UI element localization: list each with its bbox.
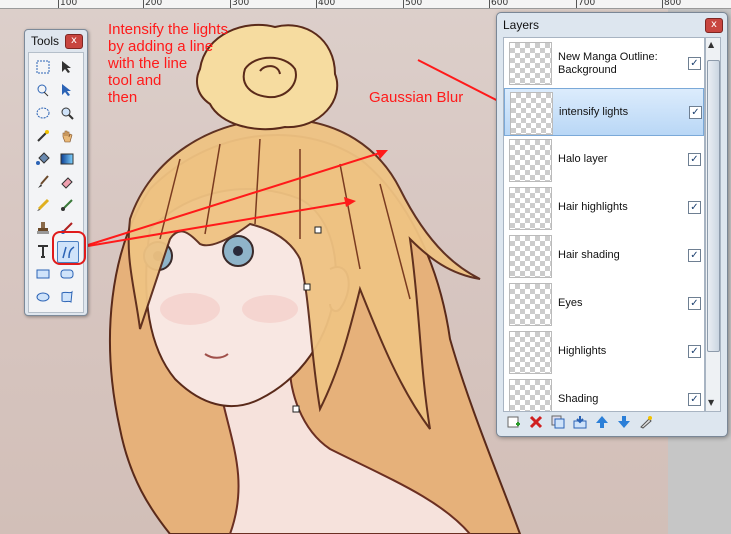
tools-window-title: Tools — [31, 34, 60, 48]
scrollbar-thumb[interactable] — [707, 60, 720, 352]
add-layer-icon[interactable] — [505, 413, 523, 431]
ruler-label: 800 — [664, 0, 682, 8]
ruler-label: 500 — [405, 0, 423, 8]
layers-close-button[interactable]: x — [705, 18, 723, 33]
color-picker-icon[interactable] — [57, 195, 77, 215]
magic-wand-icon[interactable] — [33, 126, 53, 146]
ruler-tick — [662, 0, 663, 8]
layer-visibility-checkbox[interactable]: ✓ — [688, 345, 701, 358]
move-layer-down-icon[interactable] — [615, 413, 633, 431]
tools-close-button[interactable]: x — [65, 34, 83, 49]
layer-visibility-checkbox[interactable]: ✓ — [688, 249, 701, 262]
layer-thumbnail — [510, 92, 553, 135]
layer-name: New Manga Outline: Background — [558, 51, 658, 76]
ruler-tick — [489, 0, 490, 8]
merge-layer-down-icon[interactable] — [571, 413, 589, 431]
paintbrush-icon[interactable] — [33, 172, 53, 192]
tools-palette — [28, 52, 84, 313]
layer-visibility-checkbox[interactable]: ✓ — [688, 393, 701, 406]
gaussian-blur-annotation: Gaussian Blur — [369, 89, 464, 106]
layer-item[interactable]: New Manga Outline: Background ✓ — [504, 39, 704, 87]
clone-stamp-icon[interactable] — [33, 218, 53, 238]
freeform-shape-icon[interactable] — [57, 287, 77, 307]
layer-item-selected[interactable]: intensify lights ✓ — [504, 88, 704, 136]
layer-visibility-checkbox[interactable]: ✓ — [688, 201, 701, 214]
layer-name: Hair highlights — [558, 201, 628, 213]
layer-name: Highlights — [558, 345, 607, 357]
ruler-label: 100 — [60, 0, 78, 8]
layer-thumbnail — [509, 187, 552, 230]
delete-layer-icon[interactable] — [527, 413, 545, 431]
layers-window: Layers x New Manga Outline: Background ✓… — [496, 12, 728, 437]
ruler-label: 700 — [578, 0, 596, 8]
paint-bucket-icon[interactable] — [33, 149, 53, 169]
ruler-tick — [316, 0, 317, 8]
line-tool-highlight — [52, 231, 86, 265]
layer-name: intensify lights — [559, 106, 629, 118]
ruler-tick — [403, 0, 404, 8]
layer-thumbnail — [509, 139, 552, 182]
gradient-icon[interactable] — [57, 149, 77, 169]
ruler-label: 200 — [145, 0, 163, 8]
horizontal-ruler: 100 200 300 400 500 600 700 800 — [0, 0, 731, 9]
ellipse-select-icon[interactable] — [33, 103, 53, 123]
tools-window: Tools x — [24, 29, 88, 316]
rectangle-select-icon[interactable] — [33, 57, 53, 77]
layer-name: Shading — [558, 393, 599, 405]
ruler-tick — [143, 0, 144, 8]
scroll-up-icon[interactable]: ▲ — [708, 40, 714, 49]
layer-visibility-checkbox[interactable]: ✓ — [689, 106, 702, 119]
zoom-icon[interactable] — [57, 103, 77, 123]
layer-properties-icon[interactable] — [637, 413, 655, 431]
ellipse-shape-icon[interactable] — [33, 287, 53, 307]
ruler-label: 600 — [491, 0, 509, 8]
pan-hand-icon[interactable] — [57, 126, 77, 146]
rectangle-shape-icon[interactable] — [33, 264, 53, 284]
scroll-down-icon[interactable]: ▼ — [708, 398, 714, 407]
layers-window-title: Layers — [503, 18, 540, 32]
layer-thumbnail — [509, 379, 552, 411]
ruler-tick — [230, 0, 231, 8]
layer-visibility-checkbox[interactable]: ✓ — [688, 153, 701, 166]
layer-thumbnail — [509, 283, 552, 326]
text-tool-icon[interactable] — [33, 241, 53, 261]
layers-scrollbar[interactable]: ▲ ▼ — [705, 37, 721, 412]
line-tool-annotation: Intensify the lights by adding a line wi… — [108, 21, 229, 106]
layer-item[interactable]: Hair shading ✓ — [504, 232, 704, 280]
layer-item[interactable]: Hair highlights ✓ — [504, 184, 704, 232]
layer-name: Halo layer — [558, 153, 608, 165]
layer-name: Eyes — [558, 297, 583, 309]
layer-item[interactable]: Shading ✓ — [504, 376, 704, 411]
layer-name: Hair shading — [558, 249, 620, 261]
ruler-tick — [58, 0, 59, 8]
duplicate-layer-icon[interactable] — [549, 413, 567, 431]
ruler-tick — [576, 0, 577, 8]
move-layer-up-icon[interactable] — [593, 413, 611, 431]
layer-thumbnail — [509, 42, 552, 85]
ruler-label: 400 — [318, 0, 336, 8]
layers-list: New Manga Outline: Background ✓ intensif… — [503, 37, 705, 412]
move-selected-icon[interactable] — [57, 80, 77, 100]
layers-toolbar — [503, 413, 719, 431]
lasso-select-icon[interactable] — [33, 80, 53, 100]
layer-visibility-checkbox[interactable]: ✓ — [688, 297, 701, 310]
layer-item[interactable]: Highlights ✓ — [504, 328, 704, 376]
layer-item[interactable]: Halo layer ✓ — [504, 136, 704, 184]
layer-thumbnail — [509, 331, 552, 374]
pencil-icon[interactable] — [33, 195, 53, 215]
layer-visibility-checkbox[interactable]: ✓ — [688, 57, 701, 70]
layer-item[interactable]: Eyes ✓ — [504, 280, 704, 328]
ruler-label: 300 — [232, 0, 250, 8]
move-selection-icon[interactable] — [57, 57, 77, 77]
rounded-rectangle-icon[interactable] — [57, 264, 77, 284]
eraser-icon[interactable] — [57, 172, 77, 192]
layer-thumbnail — [509, 235, 552, 278]
